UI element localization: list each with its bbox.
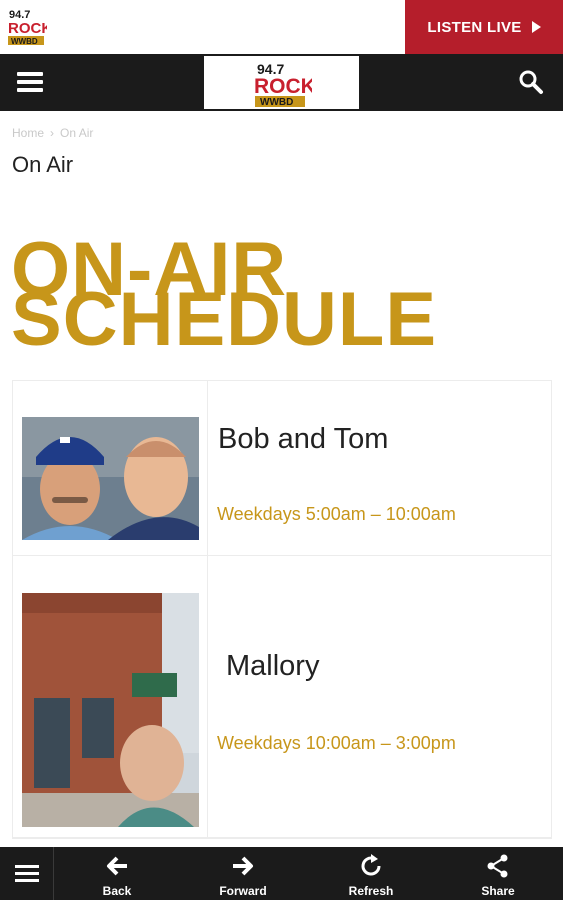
show-name[interactable]: Mallory	[226, 650, 319, 683]
nav-logo-rock: ROCK	[254, 75, 312, 98]
schedule-table: Bob and Tom Weekdays 5:00am – 10:00am Ma…	[12, 380, 552, 839]
heading-line-2: SCHEDULE	[11, 277, 438, 351]
top-banner: 94.7 ROCK WWBD LISTEN LIVE	[0, 0, 563, 54]
info-cell: Mallory Weekdays 10:00am – 3:00pm	[208, 556, 551, 837]
photo-cell	[13, 556, 208, 837]
share-icon	[487, 854, 508, 878]
info-cell: Bob and Tom Weekdays 5:00am – 10:00am	[208, 381, 551, 555]
share-button[interactable]: Share	[453, 847, 543, 900]
show-name[interactable]: Bob and Tom	[218, 423, 388, 456]
bottom-toolbar: Back Forward Refresh Share	[0, 847, 563, 900]
play-icon	[531, 21, 541, 33]
forward-button[interactable]: Forward	[198, 847, 288, 900]
show-time: Weekdays 5:00am – 10:00am	[217, 504, 456, 524]
nav-bar: 94.7 ROCK WWBD	[0, 54, 563, 111]
refresh-icon	[361, 854, 381, 876]
station-logo[interactable]: 94.7 ROCK WWBD	[7, 6, 52, 46]
show-photo-bob-and-tom	[22, 417, 199, 540]
back-button[interactable]: Back	[72, 847, 162, 900]
listen-live-button[interactable]: LISTEN LIVE	[405, 0, 563, 54]
breadcrumb-current[interactable]: On Air	[60, 126, 93, 140]
back-label: Back	[102, 884, 132, 898]
logo-text-rock: ROCK	[8, 20, 47, 37]
forward-arrow-icon	[233, 856, 253, 876]
back-arrow-icon	[107, 856, 127, 876]
menu-icon[interactable]	[17, 70, 45, 94]
schedule-row[interactable]: Mallory Weekdays 10:00am – 3:00pm	[13, 556, 551, 838]
photo-cell	[13, 381, 208, 555]
search-icon[interactable]	[517, 68, 545, 96]
show-time: Weekdays 10:00am – 3:00pm	[217, 733, 456, 753]
schedule-row[interactable]: Bob and Tom Weekdays 5:00am – 10:00am	[13, 381, 551, 556]
nav-logo-callsign: WWBD	[260, 97, 293, 108]
nav-logo[interactable]: 94.7 ROCK WWBD	[204, 56, 359, 109]
schedule-heading: ON-AIR SCHEDULE	[11, 232, 551, 350]
refresh-label: Refresh	[348, 884, 394, 898]
breadcrumb: Home › On Air	[12, 126, 93, 140]
breadcrumb-home[interactable]: Home	[12, 126, 44, 140]
refresh-button[interactable]: Refresh	[326, 847, 416, 900]
breadcrumb-separator: ›	[50, 126, 55, 140]
toolbar-menu-icon[interactable]	[0, 847, 54, 900]
listen-live-label: LISTEN LIVE	[427, 18, 522, 36]
forward-label: Forward	[219, 884, 267, 898]
share-label: Share	[481, 884, 515, 898]
show-photo-mallory	[22, 593, 199, 827]
page-title: On Air	[12, 152, 74, 177]
logo-text-callsign: WWBD	[11, 37, 38, 46]
